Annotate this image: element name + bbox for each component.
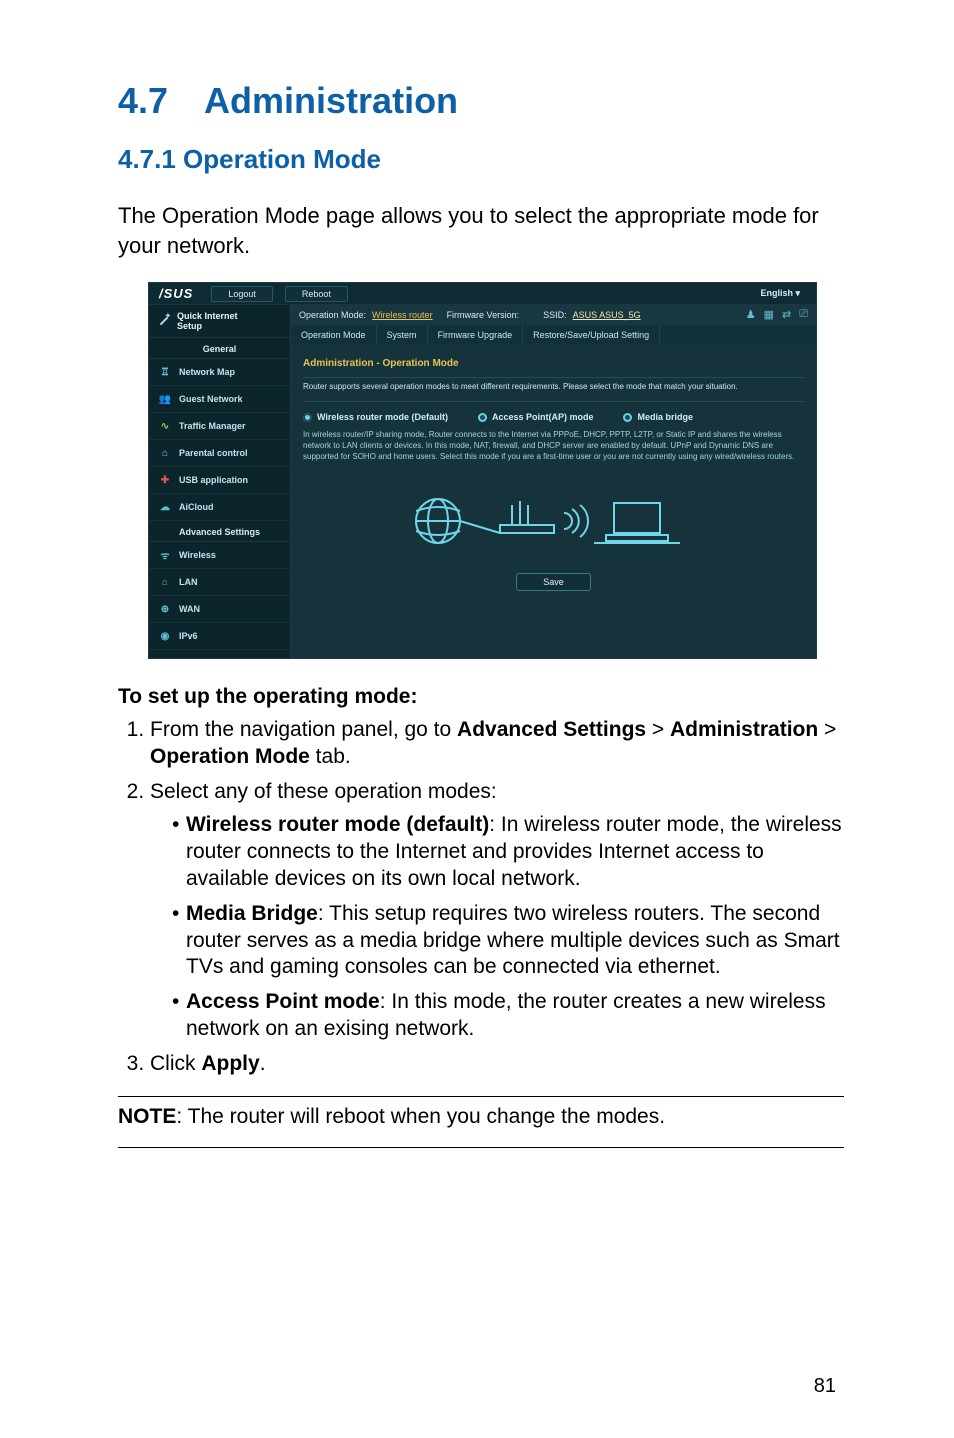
divider [118, 1147, 844, 1148]
network-diagram [303, 467, 804, 571]
save-button[interactable]: Save [516, 573, 591, 591]
sidebar-item-lan[interactable]: ⌂LAN [149, 569, 290, 596]
ssid-value[interactable]: ASUS ASUS_5G [573, 310, 641, 320]
tab-restore-save-upload[interactable]: Restore/Save/Upload Setting [523, 325, 660, 345]
lock-icon: ▦ [764, 308, 774, 321]
page-number: 81 [814, 1375, 836, 1398]
section-title: 4.7 Administration [118, 80, 844, 122]
usb-icon: ⎚ [799, 308, 808, 321]
mode-media-bridge: Media Bridge: This setup requires two wi… [172, 901, 844, 982]
sidebar: Quick InternetSetup General ♖Network Map… [149, 305, 291, 658]
ssid-label: SSID: [543, 310, 567, 320]
subsection-title: 4.7.1 Operation Mode [118, 144, 844, 175]
sidebar-group-advanced: Advanced Settings [149, 521, 290, 542]
mode-description: In wireless router/IP sharing mode, Rout… [303, 430, 804, 462]
mode-radios: Wireless router mode (Default) Access Po… [303, 402, 804, 428]
radio-dot-icon [623, 413, 632, 422]
wand-icon [157, 314, 171, 328]
aicloud-icon: ☁ [159, 501, 171, 513]
wan-icon: ⊕ [159, 603, 171, 615]
intro-text: The Operation Mode page allows you to se… [118, 201, 844, 260]
note: NOTE: The router will reboot when you ch… [118, 1105, 844, 1129]
sidebar-item-network-map[interactable]: ♖Network Map [149, 359, 290, 386]
divider [118, 1096, 844, 1097]
radio-dot-icon [303, 413, 312, 422]
opmode-value[interactable]: Wireless router [372, 310, 433, 320]
traffic-manager-icon: ∿ [159, 420, 171, 432]
panel-title: Administration - Operation Mode [303, 358, 804, 369]
info-bar: Operation Mode: Wireless router Firmware… [291, 305, 816, 325]
step-3: Click Apply. [150, 1051, 844, 1078]
tab-system[interactable]: System [377, 325, 428, 345]
tab-operation-mode[interactable]: Operation Mode [291, 325, 377, 345]
sidebar-item-aicloud[interactable]: ☁AiCloud [149, 494, 290, 521]
network-map-icon: ♖ [159, 366, 171, 378]
sidebar-group-general: General [149, 338, 290, 359]
radio-access-point[interactable]: Access Point(AP) mode [478, 412, 594, 422]
sidebar-item-usb-application[interactable]: ✚USB application [149, 467, 290, 494]
ipv6-icon: ◉ [159, 630, 171, 642]
sidebar-item-traffic-manager[interactable]: ∿Traffic Manager [149, 413, 290, 440]
radio-wireless-router[interactable]: Wireless router mode (Default) [303, 412, 448, 422]
main-panel: Operation Mode: Wireless router Firmware… [291, 305, 816, 658]
router-screenshot: /SUS Logout Reboot English ▾ Quick Inter… [148, 282, 817, 659]
top-bar: /SUS Logout Reboot English ▾ [149, 283, 816, 305]
language-selector[interactable]: English ▾ [760, 288, 816, 299]
tab-firmware-upgrade[interactable]: Firmware Upgrade [428, 325, 524, 345]
content-panel: Administration - Operation Mode Router s… [291, 346, 816, 606]
radio-media-bridge[interactable]: Media bridge [623, 412, 693, 422]
step-2: Select any of these operation modes: Wir… [150, 779, 844, 1043]
setup-heading: To set up the operating mode: [118, 685, 844, 709]
lan-icon: ⌂ [159, 576, 171, 588]
status-icons: ♟ ▦ ⇄ ⎚ [746, 308, 808, 321]
parental-control-icon: ⌂ [159, 447, 171, 459]
brand-logo: /SUS [149, 286, 211, 301]
quick-internet-setup[interactable]: Quick InternetSetup [149, 305, 290, 338]
sidebar-item-wan[interactable]: ⊕WAN [149, 596, 290, 623]
wireless-icon: ᯤ [159, 549, 171, 561]
tabs: Operation Mode System Firmware Upgrade R… [291, 325, 816, 346]
user-icon: ♟ [746, 308, 756, 321]
panel-subtitle: Router supports several operation modes … [303, 377, 804, 402]
usb-application-icon: ✚ [159, 474, 171, 486]
mode-wireless-router: Wireless router mode (default): In wirel… [172, 812, 844, 893]
step-1: From the navigation panel, go to Advance… [150, 717, 844, 771]
setup-steps: From the navigation panel, go to Advance… [118, 717, 844, 1078]
opmode-label: Operation Mode: [299, 310, 366, 320]
logout-button[interactable]: Logout [211, 286, 273, 302]
sidebar-item-wireless[interactable]: ᯤWireless [149, 542, 290, 569]
sidebar-item-guest-network[interactable]: 👥Guest Network [149, 386, 290, 413]
guest-network-icon: 👥 [159, 393, 171, 405]
mode-access-point: Access Point mode: In this mode, the rou… [172, 989, 844, 1043]
sidebar-item-parental-control[interactable]: ⌂Parental control [149, 440, 290, 467]
radio-dot-icon [478, 413, 487, 422]
reboot-button[interactable]: Reboot [285, 286, 348, 302]
sidebar-item-ipv6[interactable]: ◉IPv6 [149, 623, 290, 650]
signal-icon: ⇄ [782, 308, 791, 321]
firmware-label: Firmware Version: [447, 310, 520, 320]
